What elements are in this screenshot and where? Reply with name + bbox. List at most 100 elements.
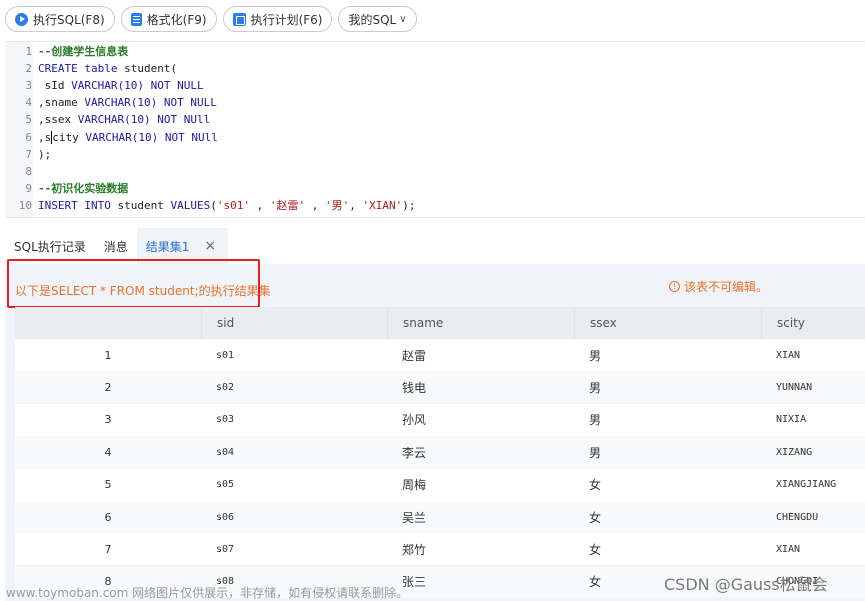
execution-plan-label: 执行计划(F6) [250,12,323,27]
table-row[interactable]: 6 s06 吴兰 女 CHENGDU [15,501,865,533]
table-row[interactable]: 4 s04 李云 男 XIZANG [15,436,865,469]
plan-icon [232,12,246,26]
sname-cell: 钱电 [402,380,427,395]
close-icon[interactable]: × [204,238,216,254]
table-row[interactable]: 2 s02 钱电 男 YUNNAN [15,371,865,404]
execution-plan-button[interactable]: 执行计划(F6) [222,6,333,32]
code-line: 1 --创建学生信息表 [5,43,865,60]
column-header-ssex[interactable]: ssex [574,307,761,339]
table-row[interactable]: 7 s07 郑竹 女 XIAN [15,533,865,566]
sid-cell: s04 [216,446,235,458]
code-token: ,sname [38,96,85,110]
code-token: VARCHAR(10) NOT NUll [85,130,218,144]
code-token: '赵雷' [269,198,306,212]
table-row[interactable]: 5 s05 周梅 女 XIANGJIANG [15,468,865,501]
readonly-warning-text: 该表不可编辑。 [684,280,769,294]
line-number: 6 [25,130,32,144]
row-index-cell: 7 [104,542,112,556]
line-number: 4 [25,96,32,110]
code-text: ,sname VARCHAR(10) NOT NULL [38,94,217,111]
sname-cell: 赵雷 [402,348,427,363]
code-token: 's01' [216,198,250,212]
code-token: city [52,130,86,144]
ssex-cell: 女 [589,478,602,493]
code-token: sId [38,79,72,93]
sid-cell: s03 [216,414,235,426]
code-token: , [305,198,325,212]
row-index-cell: 4 [104,445,112,459]
sid-cell: s02 [216,381,235,393]
readonly-warning: ! 该表不可编辑。 [669,278,768,295]
code-text: INSERT INTO student VALUES('s01' , '赵雷' … [38,197,415,214]
code-token: CREATE table [38,62,118,76]
line-number: 3 [25,79,32,93]
row-index-cell: 5 [104,478,112,492]
play-icon [15,12,28,26]
ssex-cell: 男 [589,413,602,428]
line-number: 8 [25,164,32,178]
code-text: sId VARCHAR(10) NOT NULL [38,77,204,94]
sql-editor[interactable]: 1 --创建学生信息表 2 CREATE table student(3 sId VA… [5,41,865,218]
code-line: 9 --初识化实验数据 [5,180,865,197]
scity-cell: XIANGJIANG [776,479,837,491]
column-header-scity[interactable]: scity [761,307,865,339]
chevron-down-icon: ∨ [399,13,407,25]
execute-sql-label: 执行SQL(F8) [33,12,105,27]
table-row[interactable]: 3 s03 孙风 男 NIXIA [15,403,865,436]
code-token: ); [38,147,52,161]
table-header-row: sid sname ssex scity [15,307,865,339]
code-text: CREATE table student( [38,60,177,77]
row-index-cell: 3 [104,413,112,427]
toolbar: 执行SQL(F8) 格式化(F9) 执行计划(F6) 我的SQL ∨ [0,0,865,38]
line-number: 1 [25,45,32,58]
tab-label: 结果集1 [145,239,190,254]
watermark-csdn: CSDN @Gauss松鼠会 [664,575,828,594]
code-token: , [349,198,363,212]
code-line: 4 ,sname VARCHAR(10) NOT NULL [5,94,865,111]
code-line: 3 sId VARCHAR(10) NOT NULL [5,77,865,94]
highlight-box [7,259,260,308]
sname-cell: 周梅 [402,478,427,493]
scity-cell: XIAN [776,349,801,361]
code-line: 8 [5,163,865,180]
row-index-cell: 6 [104,510,112,524]
column-header-sid[interactable]: sid [201,307,387,339]
execute-sql-button[interactable]: 执行SQL(F8) [5,6,115,32]
sname-cell: 吴兰 [402,510,427,525]
watermark-source: www.toymoban.com 网络图片仅供展示，非存储，如有侵权请联系删除。 [6,586,409,600]
column-header-index [15,307,201,339]
sname-cell: 孙风 [402,413,427,428]
tab-label: SQL执行记录 [14,239,86,254]
format-icon [130,12,142,26]
format-button[interactable]: 格式化(F9) [120,6,217,32]
line-number: 5 [25,113,32,127]
my-sql-dropdown[interactable]: 我的SQL ∨ [338,6,417,32]
sid-cell: s06 [216,511,235,523]
sid-cell: s01 [216,349,235,361]
scity-cell: YUNNAN [776,381,813,393]
tab-label: 消息 [103,239,128,254]
code-token: student( [117,62,178,76]
ssex-cell: 男 [589,380,602,395]
ssex-cell: 女 [589,510,602,525]
column-header-sname[interactable]: sname [387,307,574,339]
line-number: 10 [18,198,32,212]
code-text: --创建学生信息表 [38,43,128,60]
code-token: ); [402,198,416,212]
code-token: INSERT INTO [38,198,111,212]
ssex-cell: 男 [589,445,602,460]
sname-cell: 郑竹 [402,542,427,557]
code-line: 6 ,scity VARCHAR(10) NOT NUll [5,129,865,146]
code-line: 2 CREATE table student( [5,60,865,77]
table-row[interactable]: 1 s01 赵雷 男 XIAN [15,339,865,371]
sname-cell: 张三 [402,575,427,590]
code-text: ); [38,146,51,163]
code-text: ,ssex VARCHAR(10) NOT NUll [38,111,210,128]
code-token: , [249,198,270,212]
format-label: 格式化(F9) [146,12,207,27]
code-line: 10 INSERT INTO student VALUES('s01' , '赵雷… [5,197,865,214]
code-token: student [110,198,171,212]
code-token: VARCHAR(10) NOT NULL [84,96,217,110]
code-token: VARCHAR(10) NOT NUll [77,113,211,127]
code-line: 5 ,ssex VARCHAR(10) NOT NUll [5,111,865,128]
